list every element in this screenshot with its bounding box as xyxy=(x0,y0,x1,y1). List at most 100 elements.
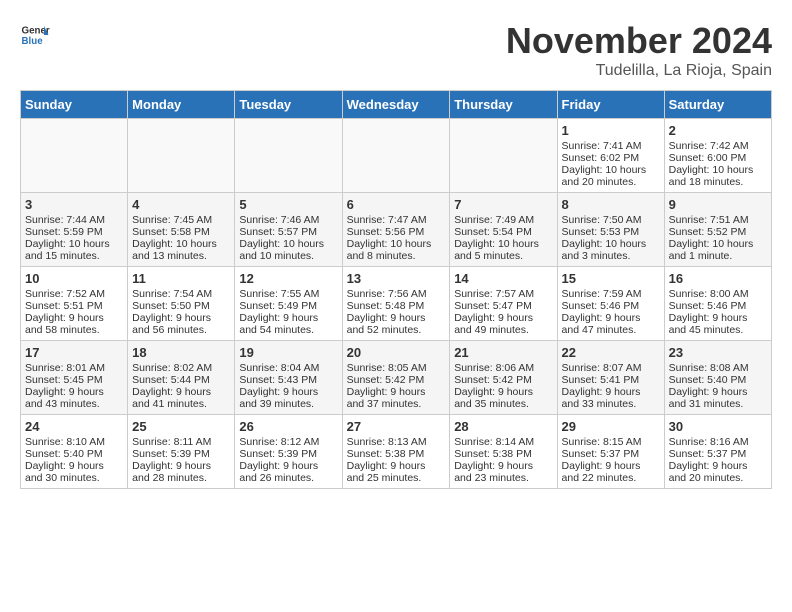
calendar-cell xyxy=(21,119,128,193)
day-info: Sunrise: 7:46 AM xyxy=(239,214,337,226)
day-info: Sunset: 5:48 PM xyxy=(347,300,446,312)
day-info: Daylight: 9 hours and 31 minutes. xyxy=(669,386,767,410)
day-number: 23 xyxy=(669,345,767,360)
day-number: 2 xyxy=(669,123,767,138)
day-info: Sunrise: 7:55 AM xyxy=(239,288,337,300)
calendar-cell: 21Sunrise: 8:06 AMSunset: 5:42 PMDayligh… xyxy=(450,341,557,415)
day-of-week-header: Tuesday xyxy=(235,91,342,119)
day-number: 1 xyxy=(562,123,660,138)
day-info: Daylight: 9 hours and 26 minutes. xyxy=(239,460,337,484)
calendar-cell: 13Sunrise: 7:56 AMSunset: 5:48 PMDayligh… xyxy=(342,267,450,341)
day-info: Sunset: 5:44 PM xyxy=(132,374,230,386)
day-info: Sunset: 6:00 PM xyxy=(669,152,767,164)
day-number: 25 xyxy=(132,419,230,434)
day-info: Sunrise: 8:10 AM xyxy=(25,436,123,448)
day-number: 9 xyxy=(669,197,767,212)
day-number: 27 xyxy=(347,419,446,434)
day-info: Daylight: 9 hours and 41 minutes. xyxy=(132,386,230,410)
day-info: Daylight: 10 hours and 18 minutes. xyxy=(669,164,767,188)
day-info: Daylight: 9 hours and 56 minutes. xyxy=(132,312,230,336)
calendar-week-row: 24Sunrise: 8:10 AMSunset: 5:40 PMDayligh… xyxy=(21,415,772,489)
calendar-cell: 8Sunrise: 7:50 AMSunset: 5:53 PMDaylight… xyxy=(557,193,664,267)
day-info: Sunrise: 8:04 AM xyxy=(239,362,337,374)
day-info: Daylight: 9 hours and 43 minutes. xyxy=(25,386,123,410)
calendar-cell: 16Sunrise: 8:00 AMSunset: 5:46 PMDayligh… xyxy=(664,267,771,341)
day-number: 24 xyxy=(25,419,123,434)
day-of-week-header: Sunday xyxy=(21,91,128,119)
calendar-cell: 14Sunrise: 7:57 AMSunset: 5:47 PMDayligh… xyxy=(450,267,557,341)
day-info: Sunrise: 8:01 AM xyxy=(25,362,123,374)
day-info: Sunrise: 8:13 AM xyxy=(347,436,446,448)
day-info: Daylight: 10 hours and 10 minutes. xyxy=(239,238,337,262)
calendar-cell xyxy=(342,119,450,193)
calendar-cell: 30Sunrise: 8:16 AMSunset: 5:37 PMDayligh… xyxy=(664,415,771,489)
day-info: Sunrise: 7:59 AM xyxy=(562,288,660,300)
calendar-cell: 25Sunrise: 8:11 AMSunset: 5:39 PMDayligh… xyxy=(128,415,235,489)
day-number: 8 xyxy=(562,197,660,212)
calendar-cell: 10Sunrise: 7:52 AMSunset: 5:51 PMDayligh… xyxy=(21,267,128,341)
calendar-cell: 18Sunrise: 8:02 AMSunset: 5:44 PMDayligh… xyxy=(128,341,235,415)
calendar-week-row: 1Sunrise: 7:41 AMSunset: 6:02 PMDaylight… xyxy=(21,119,772,193)
day-info: Daylight: 9 hours and 52 minutes. xyxy=(347,312,446,336)
day-of-week-header: Monday xyxy=(128,91,235,119)
calendar-cell: 17Sunrise: 8:01 AMSunset: 5:45 PMDayligh… xyxy=(21,341,128,415)
day-info: Sunrise: 8:07 AM xyxy=(562,362,660,374)
day-info: Daylight: 9 hours and 33 minutes. xyxy=(562,386,660,410)
title-block: November 2024 Tudelilla, La Rioja, Spain xyxy=(506,20,772,80)
day-info: Daylight: 10 hours and 13 minutes. xyxy=(132,238,230,262)
day-info: Sunset: 5:57 PM xyxy=(239,226,337,238)
day-number: 28 xyxy=(454,419,552,434)
calendar-header-row: SundayMondayTuesdayWednesdayThursdayFrid… xyxy=(21,91,772,119)
day-info: Sunset: 5:39 PM xyxy=(132,448,230,460)
day-number: 20 xyxy=(347,345,446,360)
calendar-cell: 15Sunrise: 7:59 AMSunset: 5:46 PMDayligh… xyxy=(557,267,664,341)
day-info: Sunrise: 8:02 AM xyxy=(132,362,230,374)
day-info: Daylight: 10 hours and 20 minutes. xyxy=(562,164,660,188)
day-info: Sunset: 5:39 PM xyxy=(239,448,337,460)
day-info: Daylight: 9 hours and 30 minutes. xyxy=(25,460,123,484)
calendar-cell: 6Sunrise: 7:47 AMSunset: 5:56 PMDaylight… xyxy=(342,193,450,267)
day-number: 21 xyxy=(454,345,552,360)
day-number: 29 xyxy=(562,419,660,434)
day-number: 30 xyxy=(669,419,767,434)
day-info: Sunrise: 7:45 AM xyxy=(132,214,230,226)
day-info: Sunset: 5:40 PM xyxy=(25,448,123,460)
day-info: Sunset: 5:47 PM xyxy=(454,300,552,312)
day-number: 11 xyxy=(132,271,230,286)
logo-icon: General Blue xyxy=(20,20,50,50)
day-info: Daylight: 9 hours and 25 minutes. xyxy=(347,460,446,484)
day-info: Sunrise: 8:00 AM xyxy=(669,288,767,300)
day-number: 16 xyxy=(669,271,767,286)
day-info: Sunrise: 7:42 AM xyxy=(669,140,767,152)
day-info: Daylight: 9 hours and 28 minutes. xyxy=(132,460,230,484)
day-info: Sunset: 5:37 PM xyxy=(562,448,660,460)
day-info: Sunset: 5:46 PM xyxy=(562,300,660,312)
day-number: 22 xyxy=(562,345,660,360)
calendar-cell: 26Sunrise: 8:12 AMSunset: 5:39 PMDayligh… xyxy=(235,415,342,489)
day-info: Daylight: 10 hours and 1 minute. xyxy=(669,238,767,262)
day-info: Daylight: 9 hours and 49 minutes. xyxy=(454,312,552,336)
month-title: November 2024 xyxy=(506,20,772,62)
day-of-week-header: Saturday xyxy=(664,91,771,119)
day-info: Sunset: 5:56 PM xyxy=(347,226,446,238)
day-info: Sunset: 5:49 PM xyxy=(239,300,337,312)
svg-text:Blue: Blue xyxy=(22,36,44,47)
calendar-cell xyxy=(450,119,557,193)
day-number: 13 xyxy=(347,271,446,286)
day-info: Daylight: 10 hours and 8 minutes. xyxy=(347,238,446,262)
day-info: Daylight: 9 hours and 54 minutes. xyxy=(239,312,337,336)
day-info: Sunset: 5:43 PM xyxy=(239,374,337,386)
calendar-cell: 4Sunrise: 7:45 AMSunset: 5:58 PMDaylight… xyxy=(128,193,235,267)
calendar-cell: 27Sunrise: 8:13 AMSunset: 5:38 PMDayligh… xyxy=(342,415,450,489)
day-info: Sunrise: 7:54 AM xyxy=(132,288,230,300)
day-info: Daylight: 9 hours and 22 minutes. xyxy=(562,460,660,484)
day-info: Sunrise: 8:08 AM xyxy=(669,362,767,374)
day-of-week-header: Thursday xyxy=(450,91,557,119)
day-number: 26 xyxy=(239,419,337,434)
day-info: Sunset: 5:38 PM xyxy=(454,448,552,460)
day-info: Daylight: 9 hours and 23 minutes. xyxy=(454,460,552,484)
day-info: Sunset: 5:52 PM xyxy=(669,226,767,238)
day-number: 17 xyxy=(25,345,123,360)
day-info: Daylight: 9 hours and 37 minutes. xyxy=(347,386,446,410)
day-info: Sunrise: 7:57 AM xyxy=(454,288,552,300)
